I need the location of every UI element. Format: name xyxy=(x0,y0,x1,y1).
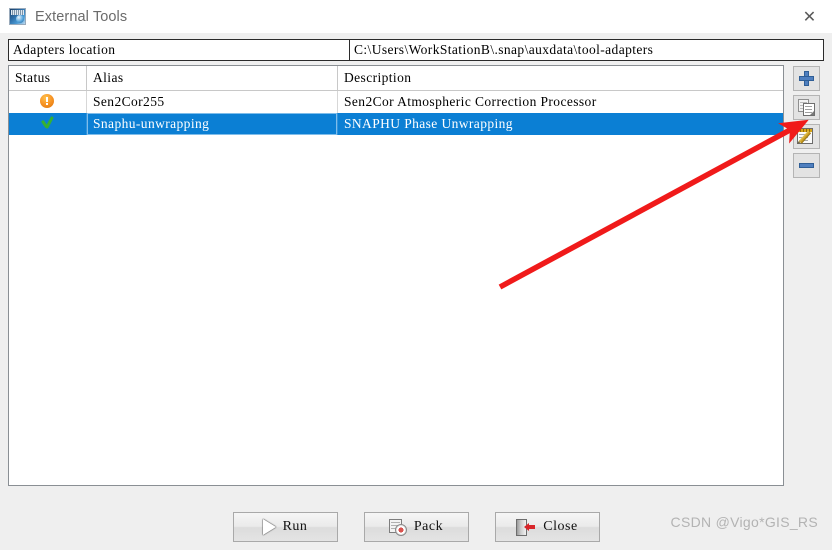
run-button-label: Run xyxy=(282,519,308,534)
column-header-status[interactable]: Status xyxy=(9,66,87,91)
check-icon xyxy=(39,116,55,130)
pack-button[interactable]: Pack xyxy=(363,512,469,542)
snap-app-icon xyxy=(9,8,26,25)
plus-icon xyxy=(798,71,814,86)
row-status-cell xyxy=(9,113,87,135)
window-titlebar: External Tools ✕ xyxy=(0,0,832,34)
adapters-location-row: Adapters location C:\Users\WorkStationB\… xyxy=(8,39,824,61)
window-title: External Tools xyxy=(35,8,128,25)
watermark-text: CSDN @Vigo*GIS_RS xyxy=(670,514,818,530)
close-button[interactable]: Close xyxy=(494,512,600,542)
row-alias-cell: Sen2Cor255 xyxy=(86,90,338,113)
adapters-table: Status Alias Description Sen2Cor255 Sen2… xyxy=(9,66,784,135)
close-button-label: Close xyxy=(543,519,578,534)
column-header-description[interactable]: Description xyxy=(337,66,784,91)
pack-button-label: Pack xyxy=(413,519,444,534)
row-description-cell: Sen2Cor Atmospheric Correction Processor xyxy=(337,90,784,113)
warning-icon xyxy=(40,94,54,108)
table-header-row: Status Alias Description xyxy=(9,66,784,91)
column-header-alias[interactable]: Alias xyxy=(86,66,338,91)
adapters-main-area: Status Alias Description Sen2Cor255 Sen2… xyxy=(8,65,824,488)
adapters-location-path[interactable]: C:\Users\WorkStationB\.snap\auxdata\tool… xyxy=(350,40,823,60)
copy-icon xyxy=(797,99,815,116)
remove-adapter-button[interactable] xyxy=(792,153,820,178)
copy-adapter-button[interactable] xyxy=(792,95,820,120)
adapters-location-label: Adapters location xyxy=(9,40,350,60)
adapters-table-panel[interactable]: Status Alias Description Sen2Cor255 Sen2… xyxy=(8,65,785,486)
table-row[interactable]: Snaphu-unwrapping SNAPHU Phase Unwrappin… xyxy=(9,113,784,135)
minus-icon xyxy=(798,163,814,168)
exit-door-icon xyxy=(516,518,536,536)
play-icon xyxy=(262,519,276,535)
add-adapter-button[interactable] xyxy=(792,66,820,91)
edit-adapter-button[interactable] xyxy=(792,124,820,149)
adapters-side-toolbar xyxy=(788,65,824,178)
row-alias-cell: Snaphu-unwrapping xyxy=(86,113,338,135)
close-icon[interactable]: ✕ xyxy=(787,0,832,33)
run-button[interactable]: Run xyxy=(232,512,338,542)
row-status-cell xyxy=(9,90,87,113)
package-icon xyxy=(388,518,407,536)
row-description-cell: SNAPHU Phase Unwrapping xyxy=(337,113,784,135)
external-tools-dialog: Adapters location C:\Users\WorkStationB\… xyxy=(0,33,832,542)
table-row[interactable]: Sen2Cor255 Sen2Cor Atmospheric Correctio… xyxy=(9,90,784,113)
edit-pencil-icon xyxy=(797,128,815,145)
